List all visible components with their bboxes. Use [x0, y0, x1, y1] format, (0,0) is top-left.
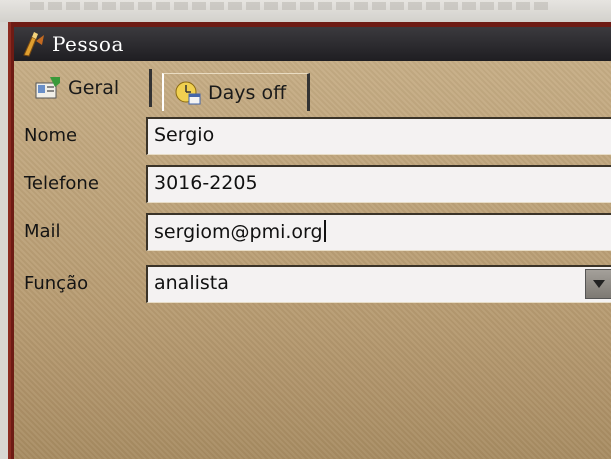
background-page — [0, 0, 611, 22]
tab-days-off[interactable]: Days off — [162, 73, 310, 111]
funcao-label: Função — [24, 273, 89, 294]
telefone-input[interactable]: 3016-2205 — [146, 165, 611, 203]
dropdown-button[interactable] — [585, 269, 611, 299]
text-cursor — [323, 220, 326, 242]
chevron-down-icon — [593, 280, 605, 288]
tab-geral-label: Geral — [68, 77, 120, 99]
mail-label: Mail — [24, 221, 61, 242]
mail-input[interactable]: sergiom@pmi.org — [146, 213, 611, 251]
contact-card-icon — [35, 77, 60, 99]
tab-geral[interactable]: Geral — [24, 69, 152, 107]
background-text — [30, 2, 550, 10]
telefone-value: 3016-2205 — [154, 172, 258, 194]
pessoa-window: Pessoa Geral Days off Nome Sergio Telefo… — [8, 22, 611, 459]
funcao-select[interactable]: analista — [146, 265, 611, 303]
window-title: Pessoa — [52, 32, 124, 56]
app-icon — [23, 32, 44, 57]
telefone-label: Telefone — [24, 173, 99, 194]
calendar-clock-icon — [175, 81, 201, 104]
mail-value: sergiom@pmi.org — [154, 221, 323, 243]
nome-label: Nome — [24, 125, 78, 146]
nome-input[interactable]: Sergio — [146, 117, 611, 155]
form-panel: Geral Days off Nome Sergio Telefone 3016… — [14, 61, 611, 459]
tab-days-off-label: Days off — [208, 81, 287, 104]
funcao-value: analista — [154, 272, 229, 294]
title-bar[interactable]: Pessoa — [14, 27, 611, 61]
nome-value: Sergio — [154, 124, 215, 146]
